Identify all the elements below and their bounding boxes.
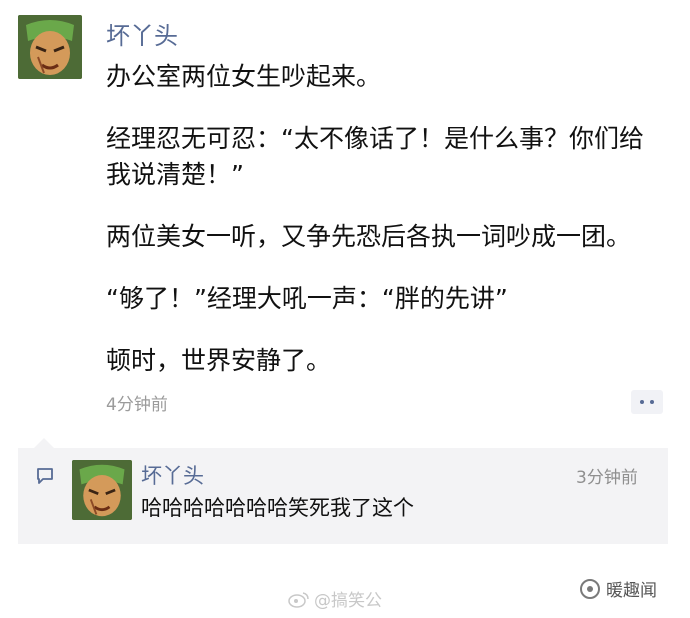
watermark-center: @搞笑公 — [288, 586, 382, 611]
weibo-icon — [288, 591, 309, 608]
watermark-center-text: @搞笑公 — [314, 591, 382, 611]
comment-avatar[interactable] — [72, 460, 132, 520]
comment-pointer — [34, 438, 54, 448]
avatar-illustration — [18, 15, 82, 79]
post-line: 经理忍无可忍：“太不像话了！是什么事？你们给我说清楚！” — [106, 124, 644, 189]
dot — [650, 400, 654, 404]
comment-timestamp: 3分钟前 — [576, 468, 638, 488]
post-avatar[interactable] — [18, 15, 82, 79]
post-line: 办公室两位女生吵起来。 — [106, 62, 382, 91]
avatar-illustration — [72, 460, 132, 520]
post-line: 顿时，世界安静了。 — [106, 346, 332, 375]
dot — [640, 400, 644, 404]
post-content: 办公室两位女生吵起来。 经理忍无可忍：“太不像话了！是什么事？你们给我说清楚！”… — [106, 59, 666, 379]
post-timestamp: 4分钟前 — [106, 395, 168, 415]
comment-author-name[interactable]: 坏丫头 — [141, 460, 204, 490]
watermark-right: 暖趣闻 — [580, 576, 657, 601]
comment-bubble-icon — [37, 468, 53, 484]
watermark-right-text: 暖趣闻 — [606, 581, 657, 601]
comment-text: 哈哈哈哈哈哈哈笑死我了这个 — [141, 496, 414, 520]
post-author-name[interactable]: 坏丫头 — [106, 16, 178, 51]
post-line: 两位美女一听，又争先恐后各执一词吵成一团。 — [106, 222, 632, 251]
post-line: “够了！”经理大吼一声：“胖的先讲” — [106, 284, 508, 313]
brand-circle-icon — [580, 578, 600, 599]
more-dots-icon[interactable] — [631, 390, 663, 414]
